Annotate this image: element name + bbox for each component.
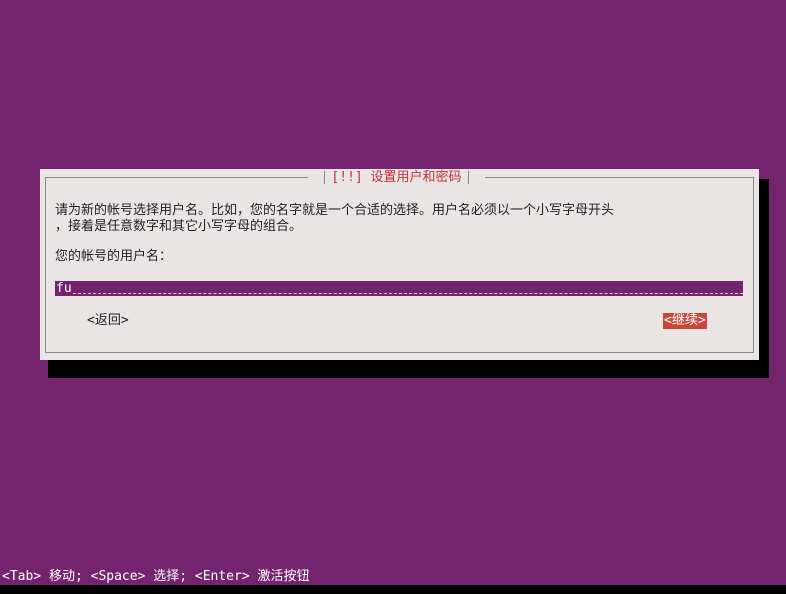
description-line-2: ，接着是任意数字和其它小写字母的组合。 — [55, 219, 303, 234]
status-bar-text: <Tab> 移动; <Space> 选择; <Enter> 激活按钮 — [2, 569, 310, 584]
username-input[interactable]: fu — [55, 281, 743, 296]
dialog-title: [!!] 设置用户和密码 — [331, 170, 462, 185]
dialog-title-wrap: [!!] 设置用户和密码 — [308, 169, 485, 187]
status-bar-bottom — [0, 585, 786, 594]
title-left-bar — [324, 171, 326, 184]
frame-top-left-border — [45, 177, 308, 178]
continue-button[interactable]: <继续> — [663, 313, 707, 329]
setup-user-dialog: [!!] 设置用户和密码 请为新的帐号选择用户名。比如，您的名字就是一个合适的选… — [40, 169, 759, 360]
frame-top-right-border — [485, 177, 754, 178]
title-right-bar — [467, 171, 469, 184]
username-prompt: 您的帐号的用户名： — [55, 249, 173, 264]
back-button[interactable]: <返回> — [87, 313, 129, 329]
description-line-1: 请为新的帐号选择用户名。比如，您的名字就是一个合适的选择。用户名必须以一个小写字… — [55, 203, 615, 218]
dialog-description: 请为新的帐号选择用户名。比如，您的名字就是一个合适的选择。用户名必须以一个小写字… — [55, 203, 755, 235]
